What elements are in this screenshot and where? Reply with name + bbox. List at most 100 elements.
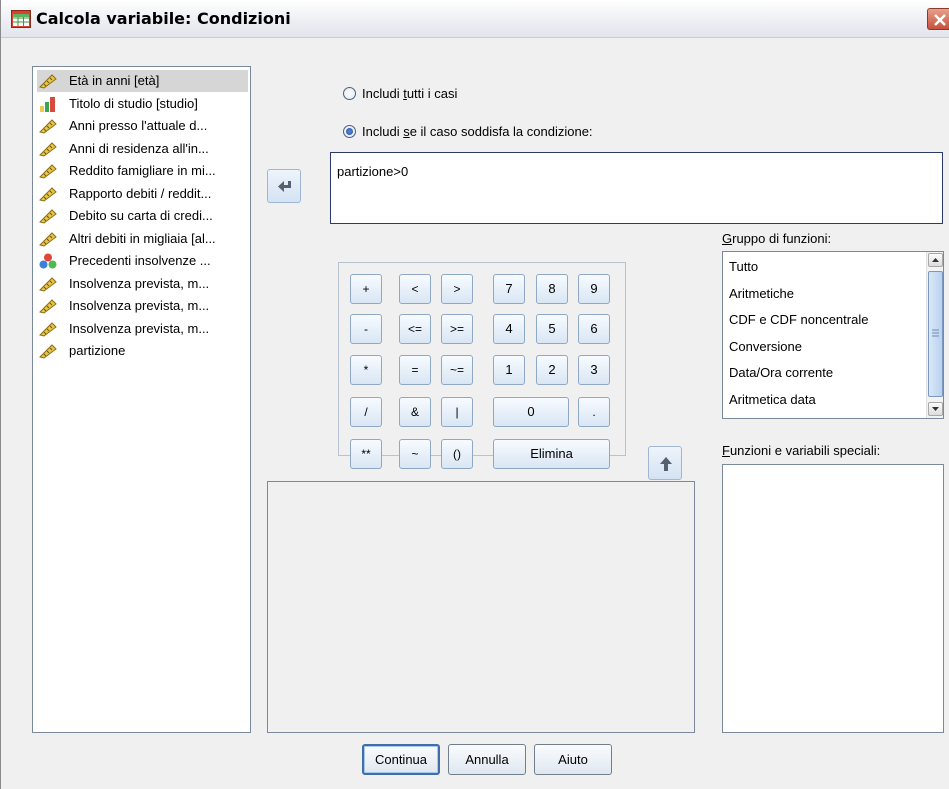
- key-equal[interactable]: =: [399, 355, 431, 385]
- ruler-icon: [39, 208, 57, 224]
- key-3[interactable]: 3: [578, 355, 610, 385]
- include-if-label: Includi se il caso soddisfa la condizion…: [362, 124, 593, 139]
- variable-label: partizione: [69, 343, 126, 358]
- condition-expression-text: partizione>0: [337, 164, 409, 179]
- variable-label: Anni di residenza all'in...: [69, 140, 209, 156]
- scroll-up-button[interactable]: [928, 253, 943, 267]
- key-and[interactable]: &: [399, 397, 431, 427]
- function-group-list[interactable]: Creazione dataAritmetica dataData/Ora co…: [722, 251, 944, 419]
- key-divide[interactable]: /: [350, 397, 382, 427]
- ruler-icon: [39, 321, 57, 337]
- variable-label: Età in anni [età]: [69, 73, 160, 88]
- grip-icon: [932, 329, 939, 337]
- help-button[interactable]: Aiuto: [534, 744, 612, 775]
- variable-item[interactable]: Anni presso l'attuale d...: [37, 115, 248, 137]
- ruler-icon: [39, 343, 57, 359]
- variable-label: Altri debiti in migliaia [al...: [69, 230, 216, 246]
- key-9[interactable]: 9: [578, 274, 610, 304]
- close-icon: [934, 14, 946, 26]
- variable-item[interactable]: Debito su carta di credi...: [37, 205, 248, 227]
- variable-label: Debito su carta di credi...: [69, 208, 213, 223]
- key-multiply[interactable]: *: [350, 355, 382, 385]
- ruler-icon: [39, 276, 57, 292]
- triangle-up-icon: [932, 258, 939, 262]
- key-minus[interactable]: -: [350, 314, 382, 344]
- function-group-item[interactable]: CDF e CDF noncentrale: [729, 307, 868, 333]
- function-group-item[interactable]: Aritmetiche: [729, 281, 794, 307]
- dialog-title: Calcola variabile: Condizioni: [36, 9, 291, 28]
- key-4[interactable]: 4: [493, 314, 525, 344]
- condition-expression-field[interactable]: partizione>0: [330, 152, 943, 224]
- variable-item[interactable]: Altri debiti in migliaia [al...: [37, 228, 248, 250]
- title-bar: Calcola variabile: Condizioni: [1, 0, 949, 38]
- cancel-button[interactable]: Annulla: [448, 744, 526, 775]
- key-1[interactable]: 1: [493, 355, 525, 385]
- scroll-thumb[interactable]: [928, 271, 943, 397]
- delete-key[interactable]: Elimina: [493, 439, 610, 469]
- key-decimal[interactable]: .: [578, 397, 610, 427]
- key-0[interactable]: 0: [493, 397, 569, 427]
- function-group-item[interactable]: Data/Ora corrente: [729, 360, 833, 386]
- key-less-equal[interactable]: <=: [399, 314, 431, 344]
- calculator-keypad: + < > 7 8 9 - <= >= 4 5 6 * = ~= 1 2 3 /…: [338, 262, 626, 469]
- close-button[interactable]: [927, 8, 949, 30]
- variable-item[interactable]: Anni di residenza all'in...: [37, 138, 248, 160]
- move-function-button[interactable]: [648, 446, 682, 480]
- include-all-radio[interactable]: [343, 87, 356, 100]
- variable-label: Insolvenza prevista, m...: [69, 298, 210, 313]
- variable-label: Insolvenza prevista, m...: [69, 275, 210, 291]
- ruler-icon: [39, 298, 57, 314]
- ruler-icon: [39, 141, 57, 157]
- function-group-scrollbar[interactable]: [926, 252, 943, 418]
- variable-item[interactable]: Età in anni [età]: [37, 70, 248, 92]
- key-6[interactable]: 6: [578, 314, 610, 344]
- variable-item[interactable]: Precedenti insolvenze ...: [37, 250, 248, 272]
- key-not-equal[interactable]: ~=: [441, 355, 473, 385]
- dialog-window: Calcola variabile: Condizioni Età in ann…: [0, 0, 949, 789]
- variable-list[interactable]: Età in anni [età] Titolo di studio [studi…: [32, 66, 251, 733]
- scroll-down-button[interactable]: [928, 402, 943, 416]
- function-group-item[interactable]: Creazione data: [729, 413, 817, 418]
- key-greater-equal[interactable]: >=: [441, 314, 473, 344]
- function-group-item[interactable]: Aritmetica data: [729, 387, 816, 413]
- key-greater-than[interactable]: >: [441, 274, 473, 304]
- include-if-radio[interactable]: [343, 125, 356, 138]
- ruler-icon: [39, 163, 57, 179]
- ruler-icon: [39, 118, 57, 134]
- function-group-item[interactable]: Conversione: [729, 334, 802, 360]
- variable-item[interactable]: Titolo di studio [studio]: [37, 93, 248, 115]
- variable-item[interactable]: Insolvenza prevista, m...: [37, 295, 248, 317]
- key-less-than[interactable]: <: [399, 274, 431, 304]
- continue-button[interactable]: Continua: [362, 744, 440, 775]
- function-description-box: [267, 481, 695, 733]
- bar-chart-icon: [39, 96, 57, 112]
- ruler-icon: [39, 231, 57, 247]
- key-2[interactable]: 2: [536, 355, 568, 385]
- key-plus[interactable]: +: [350, 274, 382, 304]
- variable-item[interactable]: Reddito famigliare in mi...: [37, 160, 248, 182]
- variable-item[interactable]: partizione: [37, 340, 248, 362]
- variable-item[interactable]: Insolvenza prevista, m...: [37, 318, 248, 340]
- key-7[interactable]: 7: [493, 274, 525, 304]
- arrow-up-icon: [660, 457, 672, 471]
- nominal-icon: [39, 253, 57, 269]
- triangle-down-icon: [932, 407, 939, 411]
- key-or[interactable]: |: [441, 397, 473, 427]
- key-not[interactable]: ~: [399, 439, 431, 469]
- spreadsheet-icon: [11, 10, 31, 28]
- key-power[interactable]: **: [350, 439, 382, 469]
- special-functions-list[interactable]: [722, 464, 944, 733]
- variable-item[interactable]: Rapporto debiti / reddit...: [37, 183, 248, 205]
- key-5[interactable]: 5: [536, 314, 568, 344]
- include-all-label: Includi tutti i casi: [362, 86, 458, 101]
- function-group-item[interactable]: Tutto: [729, 254, 758, 280]
- variable-item[interactable]: Insolvenza prevista, m...: [37, 273, 248, 295]
- key-8[interactable]: 8: [536, 274, 568, 304]
- variable-label: Rapporto debiti / reddit...: [69, 185, 212, 201]
- variable-label: Reddito famigliare in mi...: [69, 163, 216, 178]
- key-parentheses[interactable]: (): [441, 439, 473, 469]
- ruler-icon: [39, 73, 57, 89]
- variable-label: Precedenti insolvenze ...: [69, 253, 211, 268]
- move-variable-button[interactable]: [267, 169, 301, 203]
- variable-label: Anni presso l'attuale d...: [69, 118, 208, 133]
